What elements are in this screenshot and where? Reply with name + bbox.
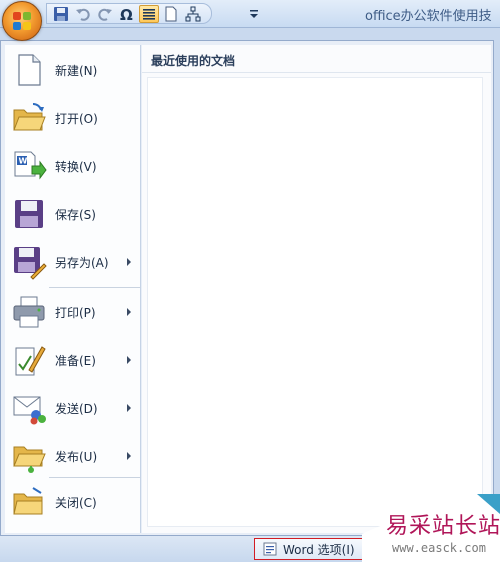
menu-item-label: 另存为(A) — [55, 255, 109, 270]
office-button[interactable] — [2, 1, 42, 41]
send-icon — [11, 390, 47, 426]
symbol-omega-icon[interactable]: Ω — [117, 5, 137, 23]
recent-documents-list[interactable] — [147, 77, 483, 527]
submenu-arrow-icon — [127, 404, 131, 412]
word-options-button[interactable]: Word 选项(I) — [254, 538, 364, 560]
submenu-arrow-icon — [127, 258, 131, 266]
convert-icon: W — [11, 148, 47, 184]
recent-documents-title: 最近使用的文档 — [151, 54, 236, 68]
svg-text:W: W — [19, 157, 28, 166]
recent-documents-pane: 最近使用的文档 — [142, 45, 491, 533]
options-icon — [263, 542, 277, 556]
menu-item-close[interactable]: 关闭(C) — [5, 479, 141, 525]
title-bar: Ω office办公软件使用技 — [0, 0, 500, 28]
menu-item-label: 发送(D) — [55, 401, 98, 416]
printer-icon — [11, 294, 47, 330]
recent-documents-header: 最近使用的文档 — [142, 45, 491, 73]
save-icon[interactable] — [51, 5, 71, 23]
undo-icon[interactable] — [73, 5, 93, 23]
page-icon[interactable] — [161, 5, 181, 23]
menu-item-label: 打印(P) — [55, 305, 96, 320]
submenu-arrow-icon — [127, 308, 131, 316]
office-menu: 新建(N) 打开(O) W 转换(V) 保存(S) 另存为(A) 打印(P) 准… — [0, 40, 494, 536]
menu-item-save-as[interactable]: 另存为(A) — [5, 239, 141, 285]
publish-icon — [11, 438, 47, 474]
prepare-icon — [11, 342, 47, 378]
save-as-icon — [11, 244, 47, 280]
menu-item-new[interactable]: 新建(N) — [5, 47, 141, 93]
svg-text:Ω: Ω — [120, 6, 133, 22]
close-folder-icon — [11, 484, 47, 520]
menu-item-convert[interactable]: W 转换(V) — [5, 143, 141, 189]
menu-item-open[interactable]: 打开(O) — [5, 95, 141, 141]
watermark-text: 易采站长站 — [386, 514, 500, 539]
menu-item-label: 转换(V) — [55, 159, 97, 174]
word-options-label: Word 选项(I) — [283, 542, 355, 557]
quick-access-toolbar: Ω — [46, 3, 212, 24]
window-title: office办公软件使用技 — [365, 9, 492, 24]
menu-item-prepare[interactable]: 准备(E) — [5, 337, 141, 383]
menu-item-publish[interactable]: 发布(U) — [5, 433, 141, 479]
menu-item-label: 发布(U) — [55, 449, 98, 464]
redo-icon[interactable] — [95, 5, 115, 23]
menu-item-label: 准备(E) — [55, 353, 96, 368]
menu-item-save[interactable]: 保存(S) — [5, 191, 141, 237]
menu-item-send[interactable]: 发送(D) — [5, 385, 141, 431]
align-icon[interactable] — [139, 4, 159, 23]
new-document-icon — [11, 52, 47, 88]
menu-item-print[interactable]: 打印(P) — [5, 289, 141, 335]
menu-separator — [49, 287, 141, 288]
menu-separator — [49, 477, 141, 478]
submenu-arrow-icon — [127, 452, 131, 460]
menu-item-label: 新建(N) — [55, 63, 98, 78]
menu-commands: 新建(N) 打开(O) W 转换(V) 保存(S) 另存为(A) 打印(P) 准… — [5, 45, 141, 533]
org-chart-icon[interactable] — [183, 5, 203, 23]
office-logo-icon — [13, 12, 33, 32]
save-disk-icon — [11, 196, 47, 232]
menu-item-label: 打开(O) — [55, 111, 98, 126]
menu-item-label: 保存(S) — [55, 207, 96, 222]
watermark-url: www.easck.com — [392, 541, 486, 555]
open-folder-icon — [11, 100, 47, 136]
submenu-arrow-icon — [127, 356, 131, 364]
menu-item-label: 关闭(C) — [55, 495, 97, 510]
customize-qat-icon[interactable] — [248, 7, 260, 21]
